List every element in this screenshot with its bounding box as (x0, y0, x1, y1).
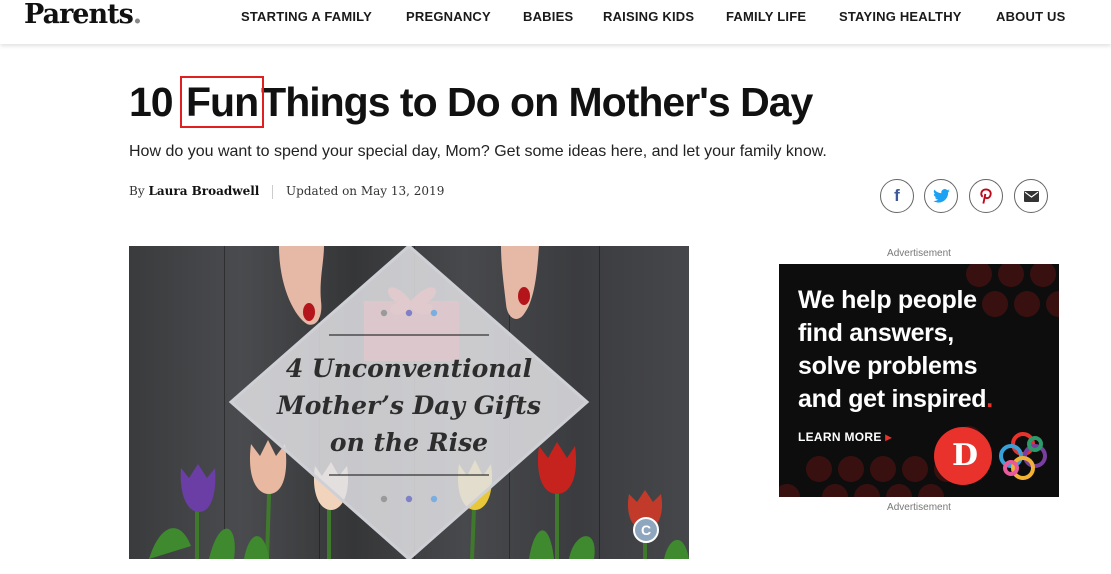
updated-date: Updated on May 13, 2019 (286, 184, 445, 198)
author-link[interactable]: Laura Broadwell (148, 184, 259, 198)
hero-image[interactable]: 4 Unconventional Mother’s Day Gifts on t… (129, 246, 689, 559)
facebook-icon: f (894, 186, 900, 205)
ad-label-bottom: Advertisement (887, 502, 951, 513)
image-credit-badge[interactable]: C (633, 517, 659, 543)
share-facebook-button[interactable]: f (880, 179, 914, 213)
nav-family-life[interactable]: FAMILY LIFE (726, 9, 806, 24)
byline-divider (272, 184, 274, 199)
twitter-icon (932, 189, 950, 203)
byline: By Laura Broadwell Updated on May 13, 20… (129, 184, 445, 199)
ad-label-top: Advertisement (887, 248, 951, 259)
share-email-button[interactable] (1014, 179, 1048, 213)
article-title: 10 FunThings to Do on Mother's Day (129, 76, 813, 128)
hero-overlay-title: 4 Unconventional Mother’s Day Gifts on t… (277, 354, 541, 457)
pinterest-icon (980, 187, 992, 204)
nav-about-us[interactable]: ABOUT US (996, 9, 1066, 24)
nav-staying-healthy[interactable]: STAYING HEALTHY (839, 9, 962, 24)
email-icon (1023, 190, 1039, 202)
site-header: Parents. STARTING A FAMILY PREGNANCY BAB… (0, 0, 1111, 44)
ad-headline: We help people find answers, solve probl… (798, 286, 993, 413)
advertisement-banner[interactable]: D We help people find answers, solve pro… (779, 264, 1059, 497)
site-logo[interactable]: Parents. (24, 0, 142, 30)
arrow-icon: ▸ (885, 430, 892, 444)
article-subtitle: How do you want to spend your special da… (129, 143, 827, 160)
nav-pregnancy[interactable]: PREGNANCY (406, 9, 491, 24)
highlighted-word: Fun (180, 76, 265, 128)
nav-raising-kids[interactable]: RAISING KIDS (603, 9, 694, 24)
nav-starting-a-family[interactable]: STARTING A FAMILY (241, 9, 372, 24)
share-pinterest-button[interactable] (969, 179, 1003, 213)
nav-babies[interactable]: BABIES (523, 9, 573, 24)
ad-learn-more-link[interactable]: LEARN MORE ▸ (798, 430, 892, 444)
brand-letter: D (952, 438, 979, 473)
share-twitter-button[interactable] (924, 179, 958, 213)
